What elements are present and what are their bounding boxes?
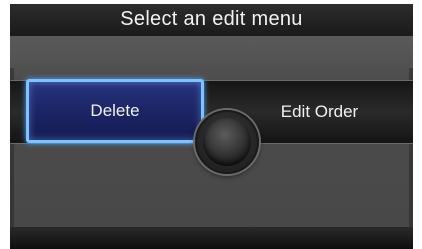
menu-area: Delete Edit Order: [10, 36, 413, 249]
bottom-bar: [10, 227, 413, 249]
nav-screen: Select an edit menu Delete Edit Order: [10, 4, 413, 249]
selector-knob-icon[interactable]: [203, 118, 251, 166]
screen-title: Select an edit menu: [10, 4, 413, 36]
upper-panel: [10, 36, 413, 76]
edit-order-button[interactable]: Edit Order: [232, 81, 407, 143]
delete-button[interactable]: Delete: [26, 79, 204, 143]
